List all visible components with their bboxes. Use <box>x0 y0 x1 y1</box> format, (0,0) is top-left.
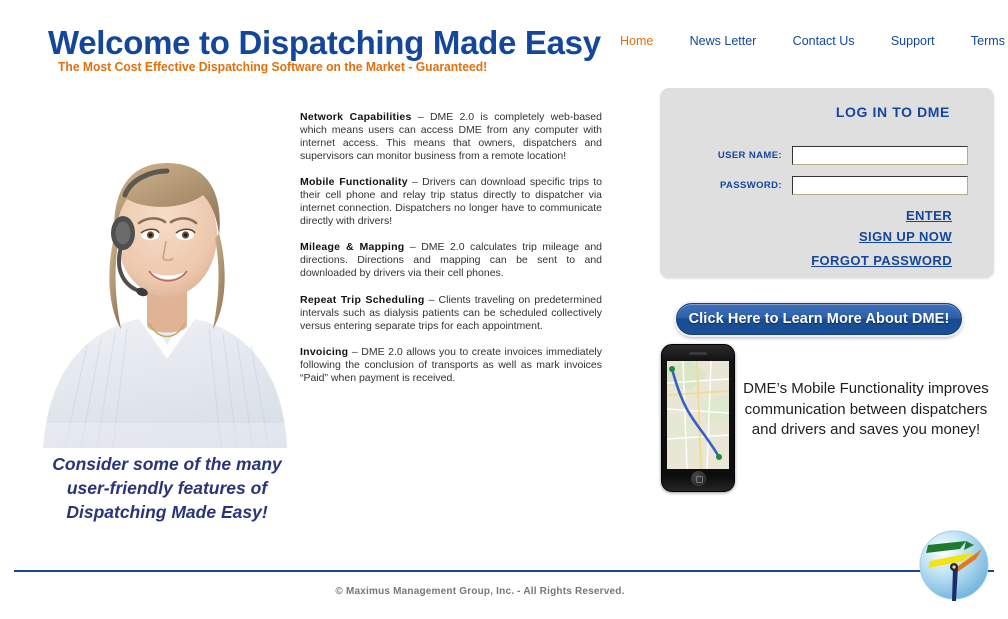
clock-sphere-logo <box>919 530 989 601</box>
forgot-password-link[interactable]: FORGOT PASSWORD <box>811 253 952 268</box>
nav-item-support[interactable]: Support <box>891 34 935 48</box>
feature-title: Mileage & Mapping <box>300 241 405 254</box>
page-tagline: The Most Cost Effective Dispatching Soft… <box>58 60 488 74</box>
photo-caption: Consider some of the many user-friendly … <box>52 454 282 522</box>
learn-more-button[interactable]: Click Here to Learn More About DME! <box>676 303 962 335</box>
phone-map-screen <box>667 361 729 469</box>
nav-item-contact-us[interactable]: Contact Us <box>793 34 855 48</box>
dispatcher-photo-frame <box>35 83 293 448</box>
nav-item-news-letter[interactable]: News Letter <box>690 34 757 48</box>
feature-item: Mileage & Mapping – DME 2.0 calculates t… <box>300 241 602 280</box>
mobile-promo-text: DME’s Mobile Functionality improves comm… <box>743 380 989 438</box>
features-list: Network Capabilities – DME 2.0 is comple… <box>300 100 602 398</box>
feature-item: Network Capabilities – DME 2.0 is comple… <box>300 111 602 163</box>
dispatcher-photo <box>35 83 293 448</box>
feature-item: Repeat Trip Scheduling – Clients traveli… <box>300 294 602 333</box>
password-row: PASSWORD: <box>678 175 976 195</box>
username-row: USER NAME: <box>678 145 976 165</box>
login-heading: LOG IN TO DME <box>835 104 950 120</box>
sign-up-now-link[interactable]: SIGN UP NOW <box>859 229 952 244</box>
password-input[interactable] <box>792 175 968 195</box>
nav-item-terms[interactable]: Terms <box>971 34 1005 48</box>
feature-title: Network Capabilities <box>300 110 412 123</box>
password-label: PASSWORD: <box>719 179 782 191</box>
main-navigation: Home News Letter Contact Us Support Term… <box>620 34 1005 48</box>
learn-more-button-label: Click Here to Learn More About DME! <box>688 311 950 327</box>
feature-item: Mobile Functionality – Drivers can downl… <box>300 176 602 228</box>
username-input[interactable] <box>792 145 968 165</box>
feature-title: Repeat Trip Scheduling <box>300 293 425 306</box>
feature-title: Invoicing <box>300 345 349 358</box>
login-panel: LOG IN TO DME USER NAME: PASSWORD: <box>660 88 994 278</box>
enter-link[interactable]: ENTER <box>906 208 952 223</box>
feature-title: Mobile Functionality <box>300 175 408 188</box>
phone-speaker-icon <box>689 352 707 355</box>
phone-home-square-icon <box>695 476 703 483</box>
footer-copyright: © Maximus Management Group, Inc. - All R… <box>335 586 625 597</box>
phone-home-button-icon <box>690 471 706 486</box>
username-label: USER NAME: <box>717 149 782 161</box>
smartphone-with-map-icon <box>661 344 735 492</box>
map-graphic <box>667 361 729 469</box>
nav-item-home[interactable]: Home <box>620 34 653 48</box>
feature-item: Invoicing – DME 2.0 allows you to create… <box>300 346 602 385</box>
footer-divider <box>14 570 994 572</box>
page-title: Welcome to Dispatching Made Easy <box>48 24 601 61</box>
